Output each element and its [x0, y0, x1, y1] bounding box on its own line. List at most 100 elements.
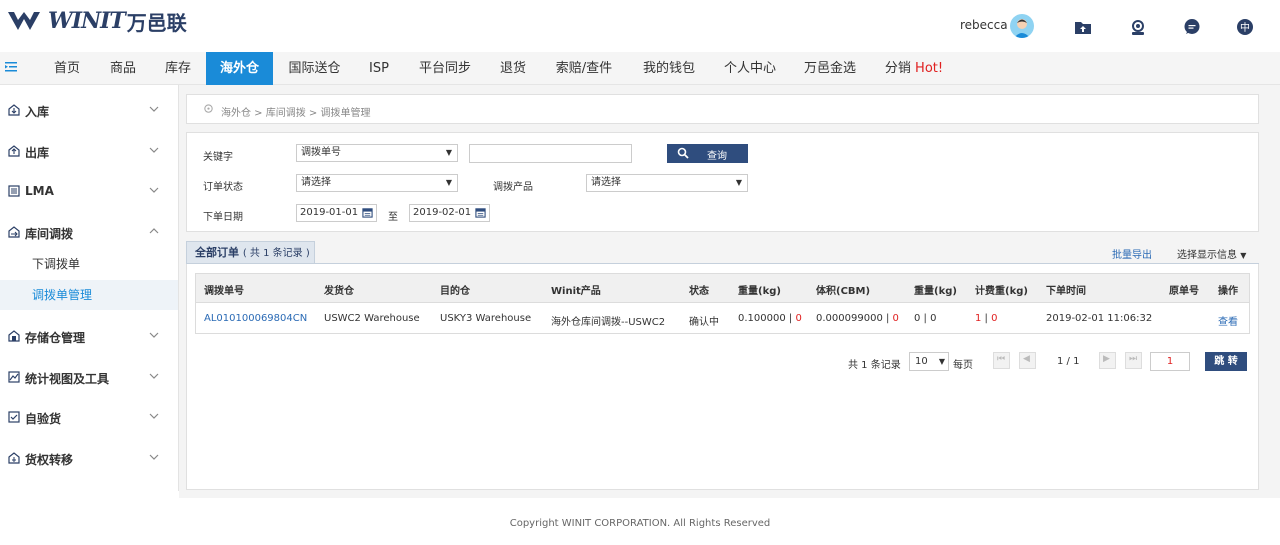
language-icon[interactable]: 中	[1236, 18, 1254, 36]
product-select[interactable]: 请选择 ▼	[586, 174, 748, 192]
chevron-down-icon	[149, 147, 159, 153]
date-from-input[interactable]: 2019-01-01	[296, 204, 377, 222]
cell-from-warehouse: USWC2 Warehouse	[324, 313, 420, 324]
nav-overseas-warehouse[interactable]: 海外仓	[206, 52, 273, 85]
cell-charge-actual: 1	[975, 313, 982, 324]
keyword-input[interactable]	[469, 144, 632, 163]
cell-charge-weight: 1 | 0	[975, 313, 998, 324]
choose-columns-label: 选择显示信息	[1177, 250, 1237, 261]
keyword-type-value: 调拨单号	[301, 147, 341, 158]
last-page-button[interactable]: ⏭	[1125, 352, 1142, 369]
nav-platform-sync[interactable]: 平台同步	[406, 52, 484, 85]
calendar-icon[interactable]	[475, 207, 486, 218]
col-charge-weight: 计费重(kg)	[975, 286, 1028, 297]
cell-weight-actual: 0.100000	[738, 313, 786, 324]
search-button[interactable]: 查询	[667, 144, 748, 163]
dropdown-arrow-icon: ▼	[735, 178, 742, 187]
nav-international[interactable]: 国际送仓	[276, 52, 353, 85]
copyright-text: Copyright WINIT CORPORATION. All Rights …	[509, 518, 771, 529]
jump-button[interactable]: 跳 转	[1205, 352, 1247, 371]
nav-home[interactable]: 首页	[40, 52, 94, 85]
col-weight: 重量(kg)	[738, 286, 781, 297]
date-label: 下单日期	[203, 212, 243, 223]
warehouse-in-icon	[8, 104, 20, 116]
logo-cn-text: 万邑联	[126, 10, 187, 35]
sidebar-item-inbound[interactable]: 入库	[0, 90, 178, 130]
tab-divider	[186, 263, 1259, 264]
sidebar-item-self-inspection[interactable]: 自验货	[0, 397, 178, 437]
date-to-value: 2019-02-01	[413, 207, 472, 218]
keyword-label: 关键字	[203, 152, 233, 163]
cell-weight-other: 0	[795, 313, 802, 324]
next-page-button[interactable]: ▶	[1099, 352, 1116, 369]
product-label: 调拨产品	[493, 182, 533, 193]
chevron-down-icon	[149, 454, 159, 460]
cell-status: 确认中	[689, 317, 719, 328]
nav-returns[interactable]: 退货	[488, 52, 538, 85]
cell-weight2-other: 0	[930, 313, 937, 324]
customer-service-icon[interactable]	[1129, 18, 1147, 36]
sidebar-item-ownership-transfer[interactable]: 货权转移	[0, 438, 178, 478]
hot-badge: Hot!	[915, 61, 944, 76]
nav-isp[interactable]: ISP	[357, 52, 401, 85]
username[interactable]: rebecca	[960, 18, 1008, 32]
status-label: 订单状态	[203, 182, 243, 193]
sidebar-item-outbound[interactable]: 出库	[0, 131, 178, 171]
nav-personal-center[interactable]: 个人中心	[712, 52, 788, 85]
avatar[interactable]	[1010, 14, 1034, 38]
col-volume: 体积(CBM)	[816, 286, 871, 297]
col-from-warehouse: 发货仓	[324, 286, 354, 297]
sidebar-item-storage[interactable]: 存储仓管理	[0, 316, 178, 356]
cell-order-no[interactable]: AL010100069804CN	[204, 313, 307, 324]
chevron-down-icon	[149, 413, 159, 419]
nav-products[interactable]: 商品	[96, 52, 150, 85]
calendar-icon[interactable]	[362, 207, 373, 218]
batch-export-link[interactable]: 批量导出	[1112, 246, 1152, 261]
chat-icon[interactable]	[1183, 18, 1201, 36]
sidebar-subitem-transfer-manage[interactable]: 调拨单管理	[0, 280, 178, 310]
date-to-input[interactable]: 2019-02-01	[409, 204, 490, 222]
status-select[interactable]: 请选择 ▼	[296, 174, 458, 192]
sidebar-item-lma[interactable]: LMA	[0, 171, 178, 211]
view-link[interactable]: 查看	[1218, 313, 1238, 328]
cell-weight: 0.100000 | 0	[738, 313, 802, 324]
first-page-button[interactable]: ⏮	[993, 352, 1010, 369]
prev-page-button[interactable]: ◀	[1019, 352, 1036, 369]
col-original-no: 原单号	[1169, 286, 1199, 297]
choose-columns-dropdown[interactable]: 选择显示信息 ▼	[1177, 246, 1246, 261]
breadcrumb-text: 海外仓 > 库间调拨 > 调拨单管理	[221, 108, 371, 119]
nav-claims[interactable]: 索赔/查件	[542, 52, 626, 85]
dropdown-arrow-icon: ▼	[445, 178, 452, 187]
keyword-type-select[interactable]: 调拨单号 ▼	[296, 144, 458, 162]
nav-wallet[interactable]: 我的钱包	[630, 52, 708, 85]
menu-toggle-icon[interactable]	[5, 60, 19, 74]
date-from-value: 2019-01-01	[300, 207, 359, 218]
nav-winit-select[interactable]: 万邑金选	[792, 52, 868, 85]
page-size-select[interactable]: 10 ▼	[909, 352, 949, 371]
cell-weight-2: 0 | 0	[914, 313, 937, 324]
sidebar-label: 存储仓管理	[25, 331, 86, 345]
nav-distribution-label: 分销	[884, 61, 911, 76]
sidebar-label: 货权转移	[25, 453, 74, 467]
cell-to-warehouse: USKY3 Warehouse	[440, 313, 532, 324]
nav-inventory[interactable]: 库存	[152, 52, 204, 85]
list-icon	[8, 185, 20, 197]
logo-text: WINIT	[48, 8, 126, 34]
logo[interactable]: WINIT 万邑联	[8, 6, 187, 36]
tab-all-orders[interactable]: 全部订单 ( 共 1 条记录 )	[186, 241, 315, 264]
col-action: 操作	[1218, 286, 1238, 297]
sidebar-subitem-new-transfer[interactable]: 下调拨单	[0, 249, 178, 279]
chevron-down-icon	[149, 373, 159, 379]
search-icon	[677, 147, 689, 159]
inspection-icon	[8, 411, 20, 423]
sidebar-item-transfer[interactable]: 库间调拨	[0, 212, 178, 252]
page-number-input[interactable]: 1	[1150, 352, 1190, 371]
folder-upload-icon[interactable]	[1074, 18, 1092, 36]
first-page-icon: ⏮	[997, 354, 1006, 364]
breadcrumb: 海外仓 > 库间调拨 > 调拨单管理	[186, 94, 1259, 124]
page-info: 1 / 1	[1057, 356, 1080, 367]
nav-distribution[interactable]: 分销 Hot!	[872, 52, 956, 85]
sidebar-label: 入库	[25, 105, 50, 119]
sidebar-item-statistics[interactable]: 统计视图及工具	[0, 357, 178, 397]
chevron-up-icon	[149, 228, 159, 234]
